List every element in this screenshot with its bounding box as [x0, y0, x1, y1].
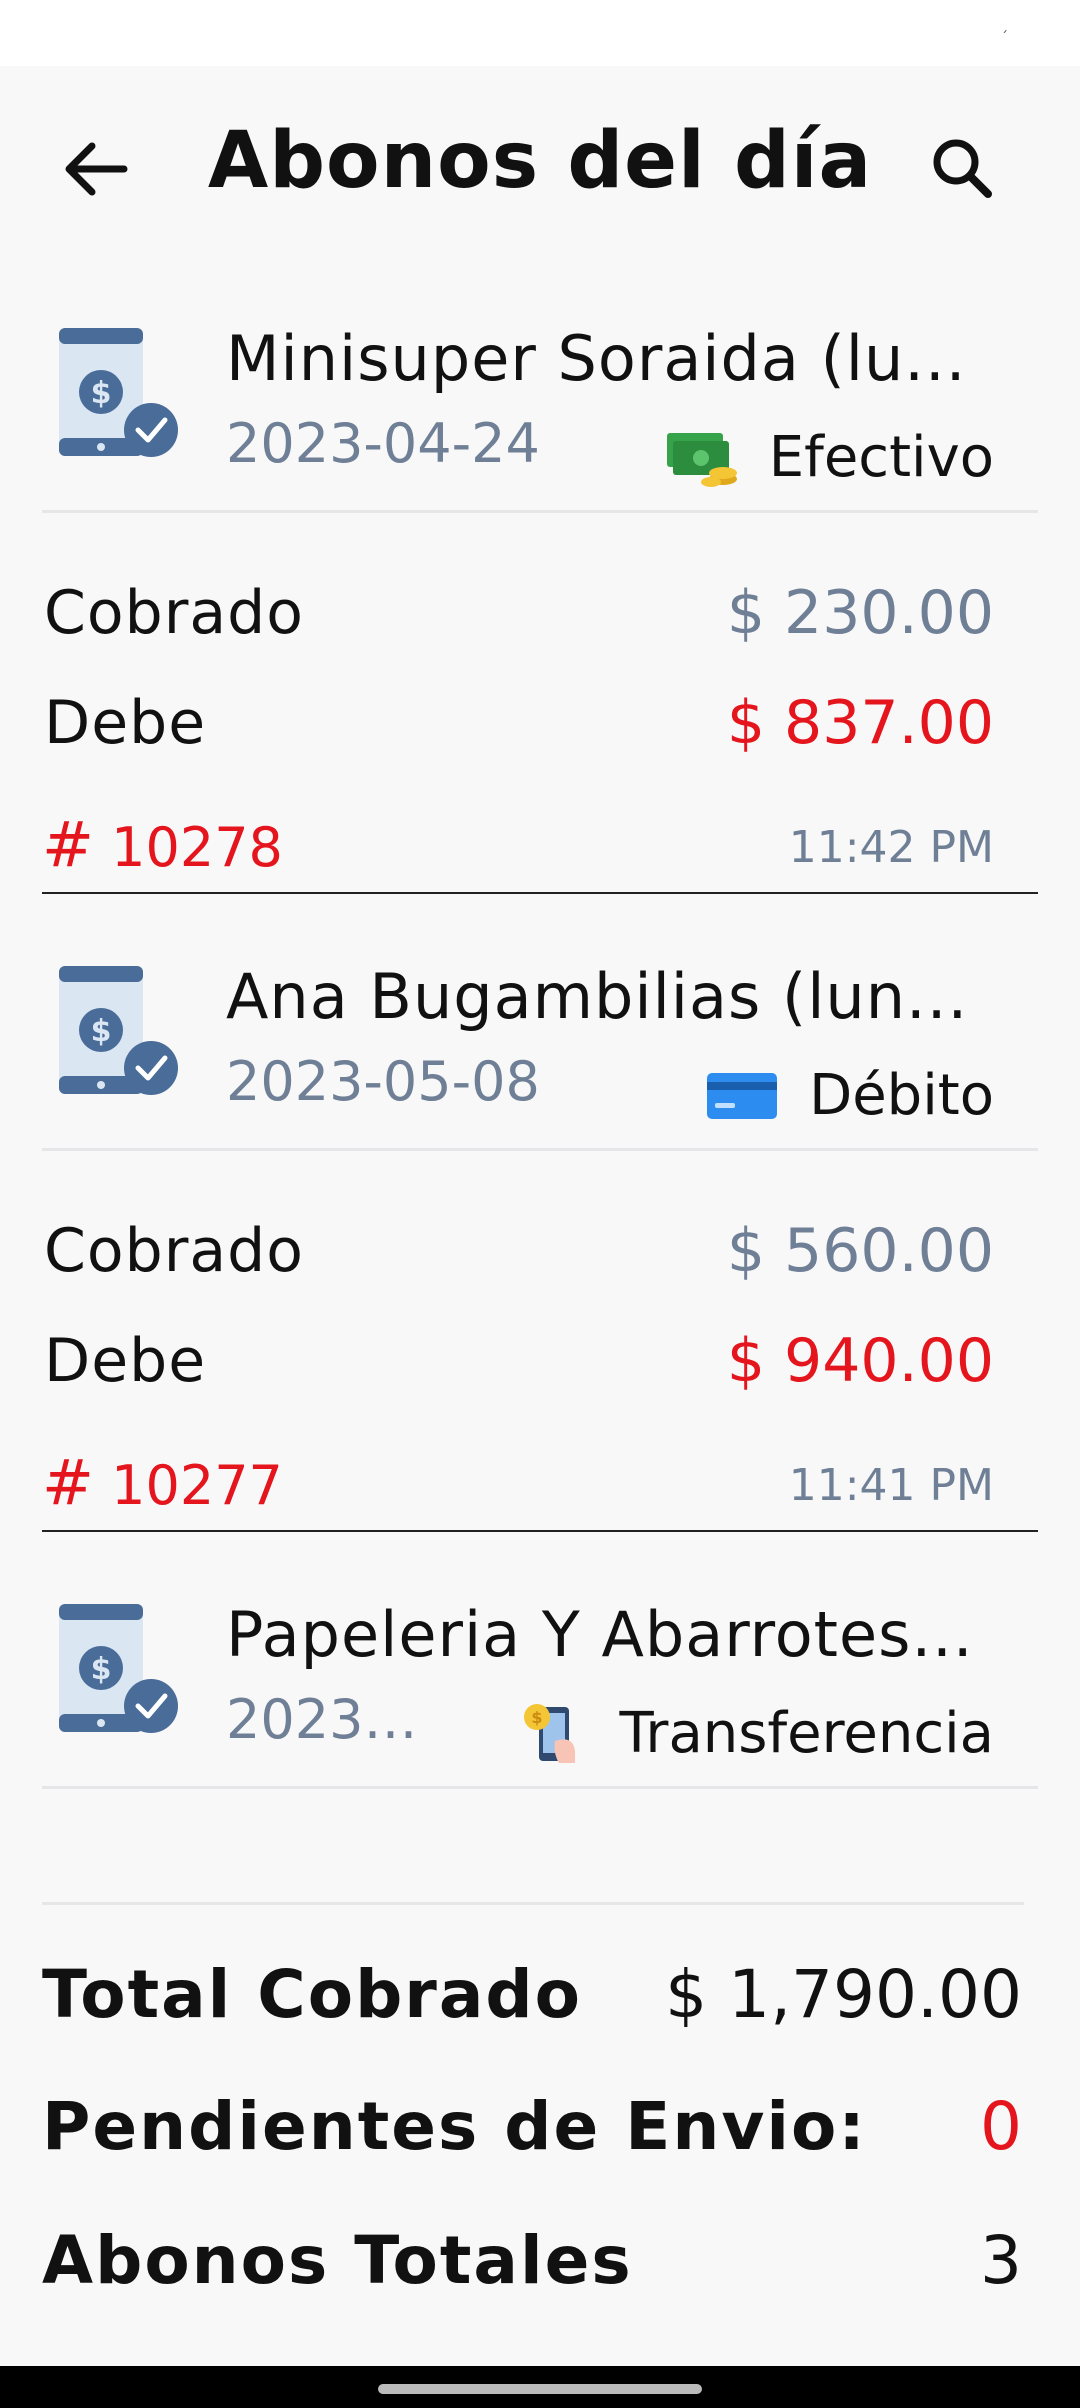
mobile-payment-check-icon: $	[56, 964, 186, 1104]
payment-date: 2023-05-08	[226, 1050, 540, 1113]
payment-method: Efectivo	[665, 422, 994, 492]
abonos-totales-value: 3	[980, 2222, 1022, 2299]
payment-method-label: Efectivo	[768, 424, 994, 490]
system-nav-bar	[0, 2366, 1080, 2408]
payment-method: $ Transferencia	[515, 1698, 994, 1768]
totals-divider	[42, 1902, 1024, 1905]
hash-symbol: #	[42, 808, 94, 881]
credit-card-icon	[707, 1073, 778, 1119]
search-button[interactable]	[918, 124, 1008, 214]
divider	[42, 1786, 1038, 1789]
cobrado-label: Cobrado	[44, 1216, 304, 1286]
payment-time: 11:41 PM	[788, 1460, 994, 1511]
hash-symbol: #	[42, 1446, 94, 1519]
phone-coin-icon: $	[524, 1704, 576, 1763]
pendientes-envio-value: 0	[980, 2088, 1022, 2165]
payment-method-label: Transferencia	[619, 1700, 994, 1766]
pendientes-envio-label: Pendientes de Envio:	[42, 2088, 867, 2165]
client-name: Papeleria Y Abarrotes...	[226, 1598, 974, 1671]
abono-card[interactable]: $ Ana Bugambilias (lun... 2023-05-08 Déb…	[0, 934, 1080, 1534]
card-header: $ Minisuper Soraida (lu... 2023-04-24 Ef…	[0, 296, 1080, 496]
cobrado-value: $ 230.00	[726, 578, 994, 648]
payment-date: 2023-...	[226, 1688, 426, 1751]
folio-value: 10277	[111, 1454, 283, 1517]
payment-date: 2023-04-24	[226, 412, 540, 475]
cobrado-label: Cobrado	[44, 578, 304, 648]
svg-text:$: $	[91, 1652, 112, 1687]
folio-number: # 10278	[42, 808, 283, 881]
payment-time: 11:42 PM	[788, 822, 994, 873]
client-name: Ana Bugambilias (lun...	[226, 960, 969, 1033]
divider	[42, 510, 1038, 513]
divider	[42, 1148, 1038, 1151]
payment-method: Débito	[705, 1060, 994, 1130]
folio-value: 10278	[111, 816, 283, 879]
card-header: $ Papeleria Y Abarrotes... 2023-... $ Tr…	[0, 1572, 1080, 1772]
total-cobrado-label: Total Cobrado	[42, 1956, 582, 2033]
client-name: Minisuper Soraida (lu...	[226, 322, 967, 395]
debe-label: Debe	[44, 1326, 207, 1396]
mobile-payment-check-icon: $	[56, 326, 186, 466]
card-divider	[42, 1530, 1038, 1532]
folio-number: # 10277	[42, 1446, 283, 1519]
svg-text:$: $	[91, 1014, 112, 1049]
svg-text:$: $	[91, 376, 112, 411]
payment-method-label: Débito	[809, 1062, 994, 1128]
cobrado-value: $ 560.00	[726, 1216, 994, 1286]
search-icon	[933, 139, 992, 198]
mobile-payment-check-icon: $	[56, 1602, 186, 1742]
cash-icon	[666, 433, 737, 487]
debe-value: $ 940.00	[726, 1326, 994, 1396]
card-divider	[42, 892, 1038, 894]
app-bar: Abonos del día	[0, 66, 1080, 256]
abono-card[interactable]: $ Minisuper Soraida (lu... 2023-04-24 Ef…	[0, 296, 1080, 896]
svg-text:$: $	[532, 1708, 543, 1727]
total-cobrado-value: $ 1,790.00	[665, 1956, 1022, 2033]
debe-label: Debe	[44, 688, 207, 758]
status-indicator: ´	[1001, 30, 1008, 46]
abonos-totales-label: Abonos Totales	[42, 2222, 633, 2299]
abono-card[interactable]: $ Papeleria Y Abarrotes... 2023-... $ Tr…	[0, 1572, 1080, 1792]
debe-value: $ 837.00	[726, 688, 994, 758]
home-gesture-handle[interactable]	[378, 2384, 702, 2394]
card-header: $ Ana Bugambilias (lun... 2023-05-08 Déb…	[0, 934, 1080, 1134]
status-bar: ´	[0, 0, 1080, 66]
